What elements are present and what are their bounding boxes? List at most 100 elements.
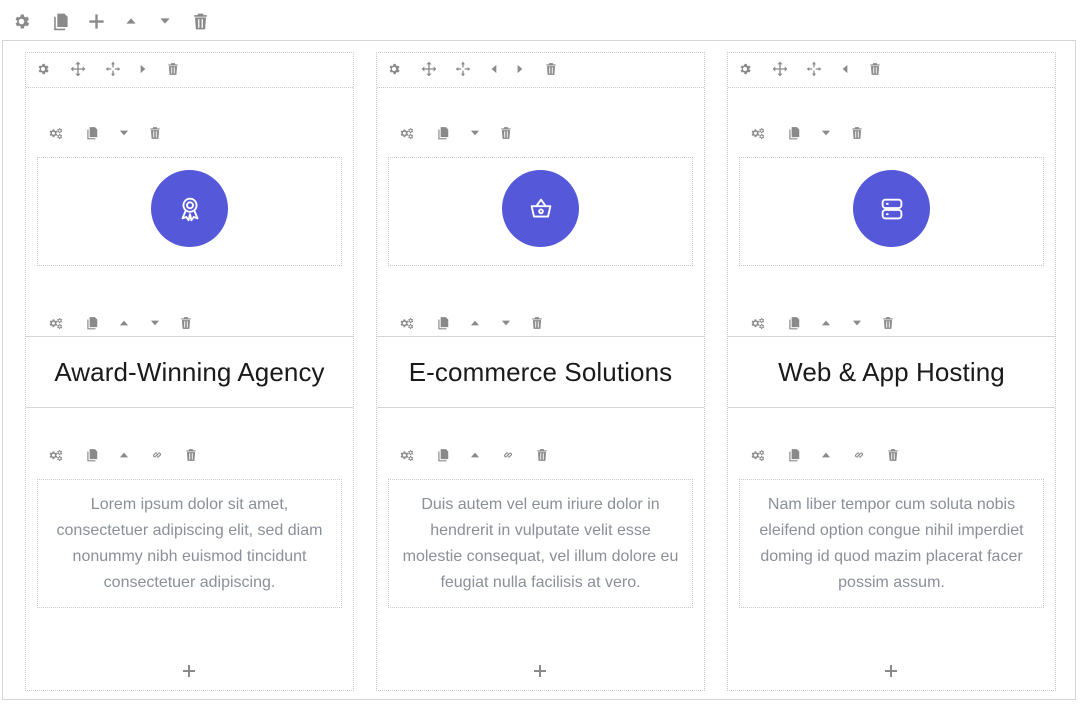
column-toolbar <box>377 53 704 88</box>
caret-up-icon[interactable] <box>121 11 141 31</box>
text-module[interactable]: Lorem ipsum dolor sit amet, consectetuer… <box>37 479 342 608</box>
duplicate-icon[interactable] <box>433 313 453 333</box>
move-icon[interactable] <box>419 59 439 79</box>
image-module-toolbar <box>728 123 1055 147</box>
heading-module-toolbar <box>26 313 353 337</box>
column-toolbar <box>728 53 1055 88</box>
settings-gears-icon[interactable] <box>397 445 417 465</box>
link-icon[interactable] <box>147 445 167 465</box>
column-2: E-commerce Solutions Duis autem vel eum … <box>376 52 705 691</box>
settings-gears-icon[interactable] <box>397 313 417 333</box>
caret-down-icon[interactable] <box>114 123 134 143</box>
caret-down-icon[interactable] <box>816 123 836 143</box>
gear-icon[interactable] <box>33 59 53 79</box>
duplicate-icon[interactable] <box>82 123 102 143</box>
plus-icon <box>883 663 899 679</box>
text-module[interactable]: Duis autem vel eum iriure dolor in hendr… <box>388 479 693 608</box>
caret-down-icon[interactable] <box>847 313 867 333</box>
trash-icon[interactable] <box>496 123 516 143</box>
caret-down-icon[interactable] <box>145 313 165 333</box>
column-body-text: Duis autem vel eum iriure dolor in hendr… <box>402 496 679 591</box>
settings-gears-icon[interactable] <box>748 313 768 333</box>
gear-icon[interactable] <box>384 59 404 79</box>
duplicate-icon[interactable] <box>50 11 70 31</box>
settings-gears-icon[interactable] <box>46 313 66 333</box>
settings-gears-icon[interactable] <box>397 123 417 143</box>
resize-icon[interactable] <box>804 59 824 79</box>
resize-icon[interactable] <box>103 59 123 79</box>
duplicate-icon[interactable] <box>784 123 804 143</box>
trash-icon[interactable] <box>878 313 898 333</box>
caret-down-icon[interactable] <box>155 11 175 31</box>
column-body-text: Nam liber tempor cum soluta nobis eleife… <box>759 496 1024 591</box>
heading-module-toolbar <box>728 313 1055 337</box>
icon-module[interactable] <box>37 157 342 266</box>
link-icon[interactable] <box>498 445 518 465</box>
duplicate-icon[interactable] <box>433 445 453 465</box>
caret-left-icon[interactable] <box>484 59 504 79</box>
trash-icon[interactable] <box>145 123 165 143</box>
column-body-text: Lorem ipsum dolor sit amet, consectetuer… <box>56 496 323 591</box>
column-heading: E-commerce Solutions <box>408 356 673 387</box>
gear-icon[interactable] <box>11 11 31 31</box>
text-module[interactable]: Nam liber tempor cum soluta nobis eleife… <box>739 479 1044 608</box>
column-toolbar <box>26 53 353 88</box>
trash-icon[interactable] <box>163 59 183 79</box>
trash-icon[interactable] <box>176 313 196 333</box>
trash-icon[interactable] <box>847 123 867 143</box>
settings-gears-icon[interactable] <box>46 123 66 143</box>
trash-icon[interactable] <box>532 445 552 465</box>
icon-module[interactable] <box>739 157 1044 266</box>
trash-icon[interactable] <box>883 445 903 465</box>
move-icon[interactable] <box>770 59 790 79</box>
column-heading: Award-Winning Agency <box>54 356 325 387</box>
column-heading: Web & App Hosting <box>778 356 1005 387</box>
caret-up-icon[interactable] <box>816 313 836 333</box>
add-module-button[interactable] <box>529 660 551 682</box>
caret-up-icon[interactable] <box>114 313 134 333</box>
settings-gears-icon[interactable] <box>46 445 66 465</box>
caret-left-icon[interactable] <box>835 59 855 79</box>
caret-down-icon[interactable] <box>465 123 485 143</box>
trash-icon[interactable] <box>527 313 547 333</box>
shopping-basket-icon <box>502 170 579 247</box>
column-3: Web & App Hosting Nam liber tempor cum s… <box>727 52 1056 691</box>
image-module-toolbar <box>26 123 353 147</box>
heading-module[interactable]: Web & App Hosting <box>728 336 1055 408</box>
add-module-button[interactable] <box>178 660 200 682</box>
server-icon <box>853 170 930 247</box>
plus-icon <box>181 663 197 679</box>
duplicate-icon[interactable] <box>82 445 102 465</box>
caret-up-icon[interactable] <box>465 445 485 465</box>
caret-down-icon[interactable] <box>496 313 516 333</box>
duplicate-icon[interactable] <box>433 123 453 143</box>
heading-module[interactable]: E-commerce Solutions <box>377 336 704 408</box>
icon-module[interactable] <box>388 157 693 266</box>
heading-module-toolbar <box>377 313 704 337</box>
trash-icon[interactable] <box>541 59 561 79</box>
caret-up-icon[interactable] <box>114 445 134 465</box>
resize-icon[interactable] <box>453 59 473 79</box>
heading-module[interactable]: Award-Winning Agency <box>26 336 353 408</box>
gear-icon[interactable] <box>735 59 755 79</box>
trash-icon[interactable] <box>190 11 210 31</box>
trash-icon[interactable] <box>865 59 885 79</box>
caret-up-icon[interactable] <box>816 445 836 465</box>
duplicate-icon[interactable] <box>784 445 804 465</box>
settings-gears-icon[interactable] <box>748 445 768 465</box>
duplicate-icon[interactable] <box>82 313 102 333</box>
caret-right-icon[interactable] <box>510 59 530 79</box>
add-module-button[interactable] <box>880 660 902 682</box>
caret-right-icon[interactable] <box>133 59 153 79</box>
move-icon[interactable] <box>68 59 88 79</box>
settings-gears-icon[interactable] <box>748 123 768 143</box>
duplicate-icon[interactable] <box>784 313 804 333</box>
text-module-toolbar <box>377 445 704 469</box>
caret-up-icon[interactable] <box>465 313 485 333</box>
plus-icon[interactable] <box>86 11 106 31</box>
trash-icon[interactable] <box>181 445 201 465</box>
link-icon[interactable] <box>849 445 869 465</box>
text-module-toolbar <box>728 445 1055 469</box>
text-module-toolbar <box>26 445 353 469</box>
image-module-toolbar <box>377 123 704 147</box>
